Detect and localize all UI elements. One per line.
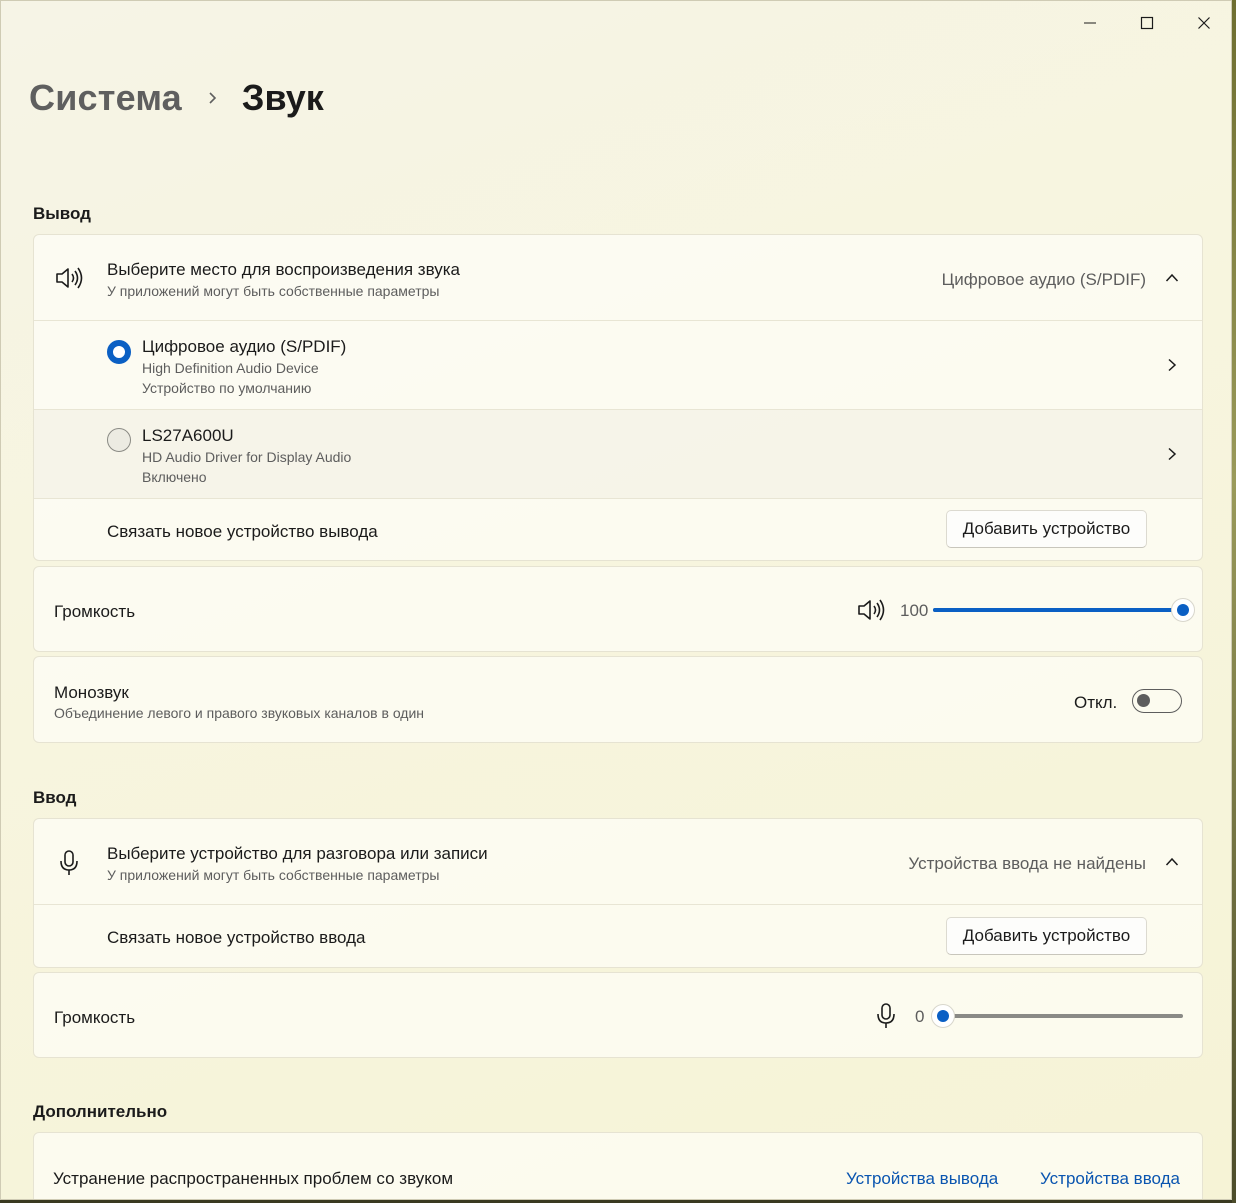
desktop-edge [1232, 0, 1236, 1203]
output-volume-card: Громкость 100 [33, 566, 1203, 652]
close-button[interactable] [1181, 7, 1227, 39]
output-volume-fill [933, 608, 1183, 612]
device-name: LS27A600U [142, 426, 234, 445]
output-volume-value: 100 [900, 601, 929, 620]
device-driver: High Definition Audio Device [142, 360, 319, 376]
settings-window: Система Звук Вывод Выберите место для во… [0, 0, 1232, 1200]
section-title-output: Вывод [33, 204, 91, 223]
chevron-right-icon [1168, 447, 1177, 461]
maximize-icon [1140, 16, 1154, 30]
output-selected-value: Цифровое аудио (S/PDIF) [941, 270, 1146, 289]
maximize-button[interactable] [1124, 7, 1170, 39]
speaker-icon[interactable] [856, 597, 886, 623]
troubleshoot-label: Устранение распространенных проблем со з… [53, 1169, 454, 1188]
input-volume-thumb[interactable] [931, 1004, 955, 1028]
device-radio-unselected[interactable] [107, 428, 131, 452]
troubleshoot-card: Устранение распространенных проблем со з… [33, 1132, 1203, 1199]
device-driver: HD Audio Driver for Display Audio [142, 449, 352, 465]
troubleshoot-output-link[interactable]: Устройства вывода [846, 1169, 998, 1189]
close-icon [1198, 17, 1210, 29]
minimize-icon [1084, 22, 1096, 24]
microphone-icon[interactable] [876, 1002, 896, 1030]
input-choose-subtitle: У приложений могут быть собственные пара… [107, 867, 440, 883]
pair-output-label: Связать новое устройство вывода [107, 522, 378, 541]
toggle-knob [1137, 694, 1150, 707]
output-volume-thumb[interactable] [1171, 598, 1195, 622]
output-device-card: Выберите место для воспроизведения звука… [33, 234, 1203, 561]
microphone-icon [59, 849, 79, 877]
pair-input-label: Связать новое устройство ввода [107, 928, 366, 947]
minimize-button[interactable] [1067, 7, 1113, 39]
device-status: Устройство по умолчанию [142, 380, 312, 396]
troubleshoot-input-link[interactable]: Устройства ввода [1040, 1169, 1180, 1189]
input-volume-card: Громкость 0 [33, 972, 1203, 1058]
chevron-right-icon [209, 92, 217, 104]
input-choose-title: Выберите устройство для разговора или за… [107, 844, 488, 863]
output-choose-title: Выберите место для воспроизведения звука [107, 260, 460, 279]
add-output-device-button[interactable]: Добавить устройство [946, 510, 1147, 548]
page-title: Звук [241, 77, 324, 118]
pair-output-row: Связать новое устройство вывода Добавить… [34, 499, 1202, 561]
device-radio-selected[interactable] [107, 340, 131, 364]
output-device-expander[interactable]: Выберите место для воспроизведения звука… [34, 235, 1202, 320]
input-device-card: Выберите устройство для разговора или за… [33, 818, 1203, 968]
mono-subtitle: Объединение левого и правого звуковых ка… [54, 705, 425, 721]
output-volume-label: Громкость [54, 602, 136, 621]
input-volume-label: Громкость [54, 1008, 136, 1027]
output-device-item[interactable]: Цифровое аудио (S/PDIF) High Definition … [34, 321, 1202, 409]
section-title-input: Ввод [33, 788, 77, 807]
mono-audio-card: Монозвук Объединение левого и правого зв… [33, 656, 1203, 743]
input-volume-slider[interactable] [943, 1014, 1183, 1018]
speaker-icon [54, 265, 84, 291]
pair-input-row: Связать новое устройство ввода Добавить … [34, 905, 1202, 968]
mono-toggle[interactable] [1132, 689, 1182, 713]
device-name: Цифровое аудио (S/PDIF) [142, 337, 347, 356]
input-volume-value: 0 [915, 1007, 925, 1026]
device-status: Включено [142, 469, 207, 485]
output-device-item[interactable]: LS27A600U HD Audio Driver for Display Au… [34, 410, 1202, 498]
chevron-up-icon [1165, 273, 1179, 282]
input-device-expander[interactable]: Выберите устройство для разговора или за… [34, 819, 1202, 904]
mono-state: Откл. [1074, 693, 1118, 712]
section-title-advanced: Дополнительно [33, 1102, 168, 1121]
breadcrumb: Система Звук [29, 73, 324, 123]
chevron-up-icon [1165, 857, 1179, 866]
add-input-device-button[interactable]: Добавить устройство [946, 917, 1147, 955]
output-choose-subtitle: У приложений могут быть собственные пара… [107, 283, 440, 299]
chevron-right-icon [1168, 358, 1177, 372]
breadcrumb-parent[interactable]: Система [29, 77, 182, 119]
mono-title: Монозвук [54, 683, 129, 702]
input-selected-value: Устройства ввода не найдены [908, 854, 1146, 873]
